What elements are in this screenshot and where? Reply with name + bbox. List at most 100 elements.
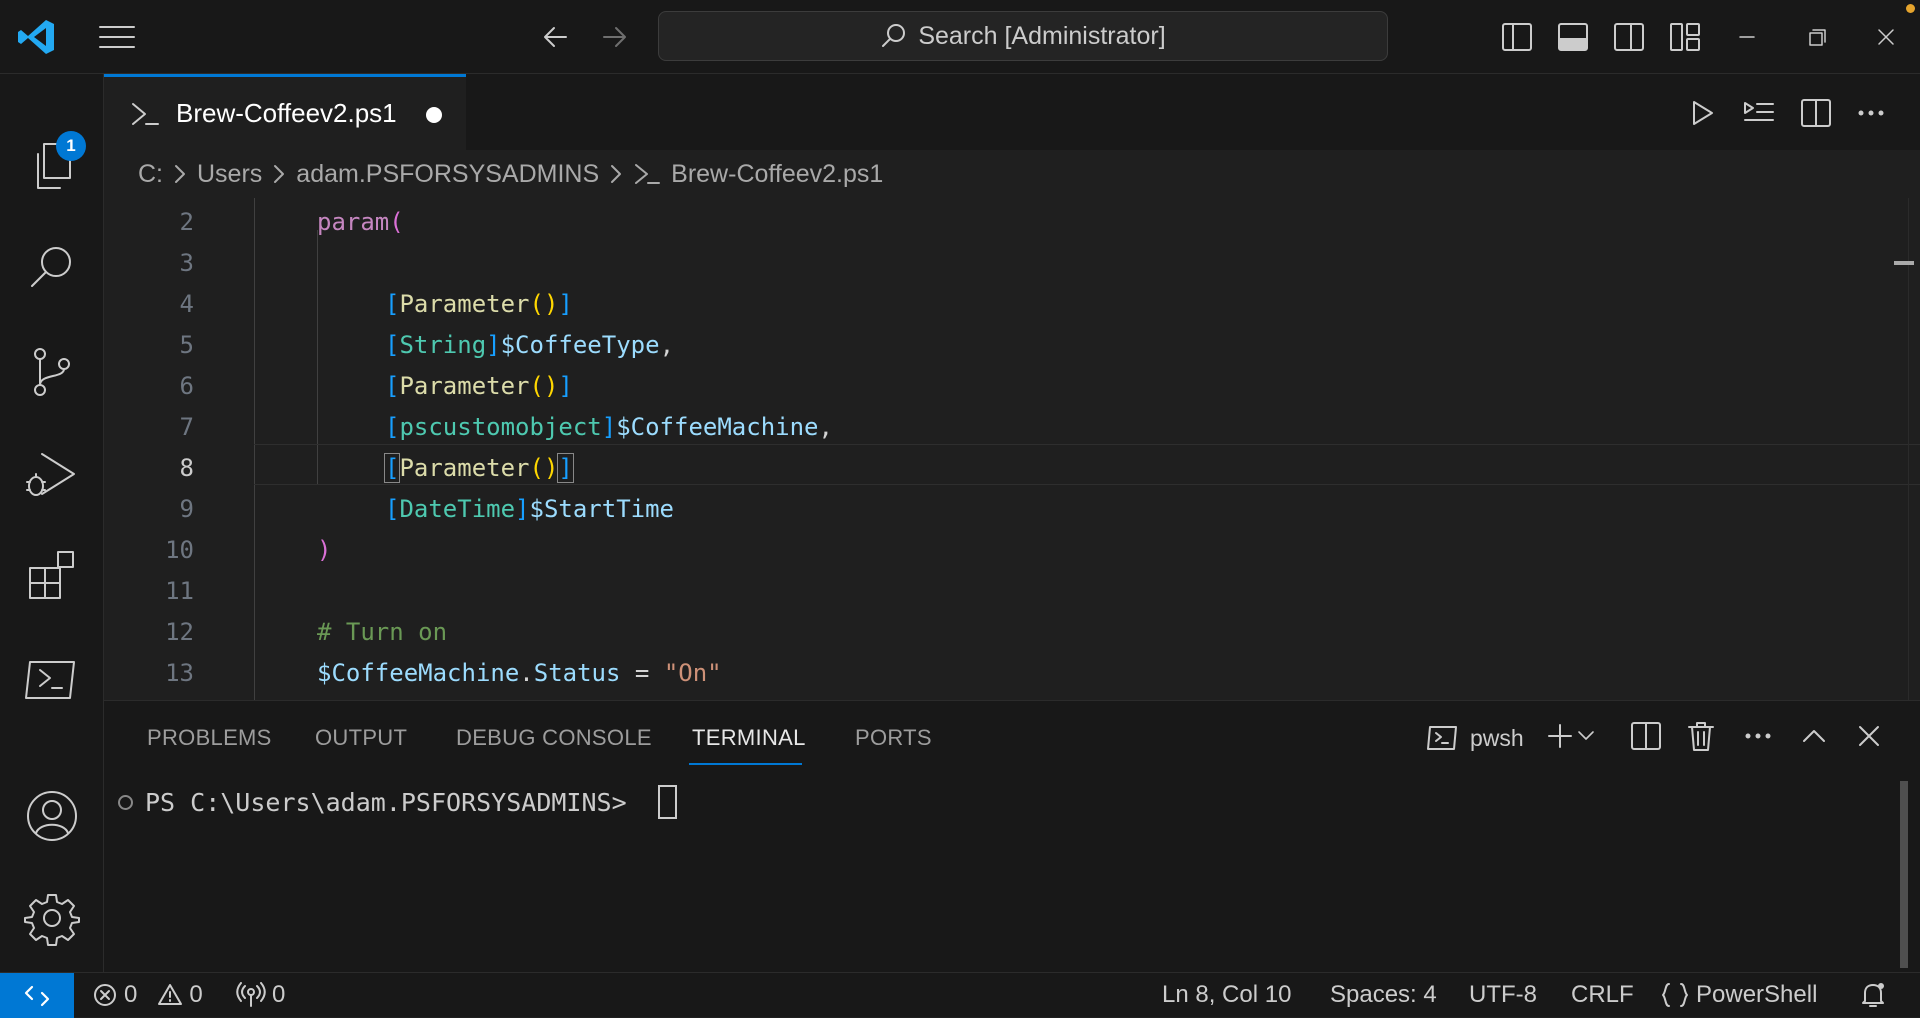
toggle-panel-icon[interactable] [1553, 18, 1593, 56]
toggle-secondary-sidebar-icon[interactable] [1609, 18, 1649, 56]
command-center-search[interactable]: Search [Administrator] [658, 11, 1388, 61]
minimize-icon[interactable] [1727, 18, 1767, 56]
line-number: 13 [165, 659, 194, 687]
terminal-shell-selector[interactable]: pwsh [1426, 723, 1524, 753]
terminal-cursor [657, 785, 677, 819]
broadcast-icon [236, 982, 266, 1008]
activity-powershell[interactable] [0, 638, 104, 722]
close-icon[interactable] [1866, 18, 1906, 56]
line-9-code: [DateTime]$StartTime [385, 495, 674, 523]
overview-ruler-marker [1894, 261, 1914, 265]
terminal-prompt: PS C:\Users\adam.PSFORSYSADMINS> [145, 787, 642, 817]
activity-search[interactable] [0, 226, 104, 310]
problems-status[interactable]: 0 0 [92, 973, 203, 1017]
activity-explorer[interactable] [0, 124, 104, 208]
code-editor[interactable]: 2 param( 3 4 [Parameter()] 5 [String]$Co… [104, 198, 1920, 700]
more-actions-icon[interactable] [1738, 717, 1778, 755]
line-12-code: # Turn on [317, 618, 448, 646]
breadcrumb-file[interactable]: Brew-Coffeev2.ps1 [633, 160, 883, 189]
code-line: 13 $CoffeeMachine.Status = "On" [104, 653, 1920, 694]
activity-bar [0, 74, 104, 972]
line-number: 8 [179, 454, 194, 482]
line-10-code: ) [317, 536, 332, 564]
line-number: 2 [179, 208, 194, 236]
activity-manage[interactable] [0, 876, 104, 960]
ports-status[interactable]: 0 [236, 973, 285, 1017]
powershell-file-icon [130, 101, 160, 127]
terminal-scrollbar[interactable] [1900, 781, 1908, 968]
braces-icon [1660, 981, 1690, 1009]
error-count: 0 [124, 981, 138, 1008]
breadcrumb: C: Users adam.PSFORSYSADMINS Brew-Coffee… [104, 150, 1920, 198]
chevron-down-icon[interactable] [1574, 717, 1598, 755]
split-terminal-icon[interactable] [1626, 717, 1666, 755]
terminal-output[interactable]: PS C:\Users\adam.PSFORSYSADMINS> [118, 785, 677, 819]
breadcrumb-users[interactable]: Users [197, 160, 262, 189]
menu-icon[interactable] [96, 20, 138, 54]
activity-run-debug[interactable] [0, 432, 104, 516]
split-editor-icon[interactable] [1796, 94, 1836, 132]
notifications[interactable] [1858, 973, 1888, 1017]
cursor-position[interactable]: Ln 8, Col 10 [1162, 973, 1291, 1017]
search-icon [880, 22, 908, 50]
activity-extensions[interactable] [0, 534, 104, 618]
ports-count: 0 [272, 981, 286, 1008]
breadcrumb-file-label: Brew-Coffeev2.ps1 [671, 159, 884, 188]
restore-icon[interactable] [1797, 18, 1837, 56]
code-line: 8 [Parameter()] [104, 448, 1920, 489]
code-line: 12 # Turn on [104, 612, 1920, 653]
encoding[interactable]: UTF-8 [1469, 973, 1537, 1017]
indentation[interactable]: Spaces: 4 [1330, 973, 1437, 1017]
remote-icon [22, 981, 52, 1011]
customize-layout-icon[interactable] [1665, 18, 1705, 56]
end-of-line[interactable]: CRLF [1571, 973, 1634, 1017]
remote-indicator[interactable] [0, 973, 74, 1018]
code-line: 2 param( [104, 202, 1920, 243]
maximize-panel-icon[interactable] [1794, 717, 1834, 755]
breadcrumb-user-folder[interactable]: adam.PSFORSYSADMINS [296, 160, 599, 189]
line-number: 7 [179, 413, 194, 441]
tab-debug-console[interactable]: DEBUG CONSOLE [456, 725, 652, 751]
run-selection-icon[interactable] [1739, 94, 1779, 132]
tab-problems[interactable]: PROBLEMS [147, 725, 272, 751]
activity-accounts[interactable] [0, 774, 104, 858]
code-line: 6 [Parameter()] [104, 366, 1920, 407]
chevron-right-icon [609, 163, 623, 185]
tab-terminal[interactable]: TERMINAL [692, 725, 806, 751]
account-icon [24, 788, 80, 844]
source-control-icon [26, 344, 78, 400]
toggle-primary-sidebar-icon[interactable] [1497, 18, 1537, 56]
tab-ports[interactable]: PORTS [855, 725, 932, 751]
line-number: 5 [179, 331, 194, 359]
line-number: 11 [165, 577, 194, 605]
tab-output[interactable]: OUTPUT [315, 725, 407, 751]
back-arrow-icon[interactable] [536, 18, 576, 56]
line-number: 9 [179, 495, 194, 523]
editor-scrollbar[interactable] [1908, 198, 1909, 700]
language-label: PowerShell [1696, 981, 1818, 1008]
bell-icon [1858, 980, 1888, 1010]
trash-icon[interactable] [1681, 717, 1721, 755]
run-icon[interactable] [1682, 94, 1722, 132]
warning-icon [157, 982, 183, 1008]
explorer-badge: 1 [56, 131, 86, 161]
line-13-code: $CoffeeMachine.Status = "On" [317, 659, 722, 687]
activity-source-control[interactable] [0, 330, 104, 414]
unsaved-dot-icon[interactable] [426, 107, 442, 123]
forward-arrow-icon [594, 18, 634, 56]
code-line: 9 [DateTime]$StartTime [104, 489, 1920, 530]
code-line: 10 ) [104, 530, 1920, 571]
code-line: 3 [104, 243, 1920, 284]
vscode-logo-icon [16, 16, 58, 58]
code-line: 7 [pscustomobject]$CoffeeMachine, [104, 407, 1920, 448]
code-line: 11 [104, 571, 1920, 612]
language-mode[interactable]: PowerShell [1660, 973, 1817, 1017]
warning-count: 0 [189, 981, 203, 1008]
title-bar: Search [Administrator] [0, 0, 1920, 74]
close-panel-icon[interactable] [1849, 717, 1889, 755]
tab-brew-coffeev2[interactable]: Brew-Coffeev2.ps1 [104, 74, 466, 150]
more-actions-icon[interactable] [1851, 94, 1891, 132]
error-icon [92, 982, 118, 1008]
search-label: Search [Administrator] [918, 21, 1166, 50]
breadcrumb-drive[interactable]: C: [138, 160, 163, 189]
